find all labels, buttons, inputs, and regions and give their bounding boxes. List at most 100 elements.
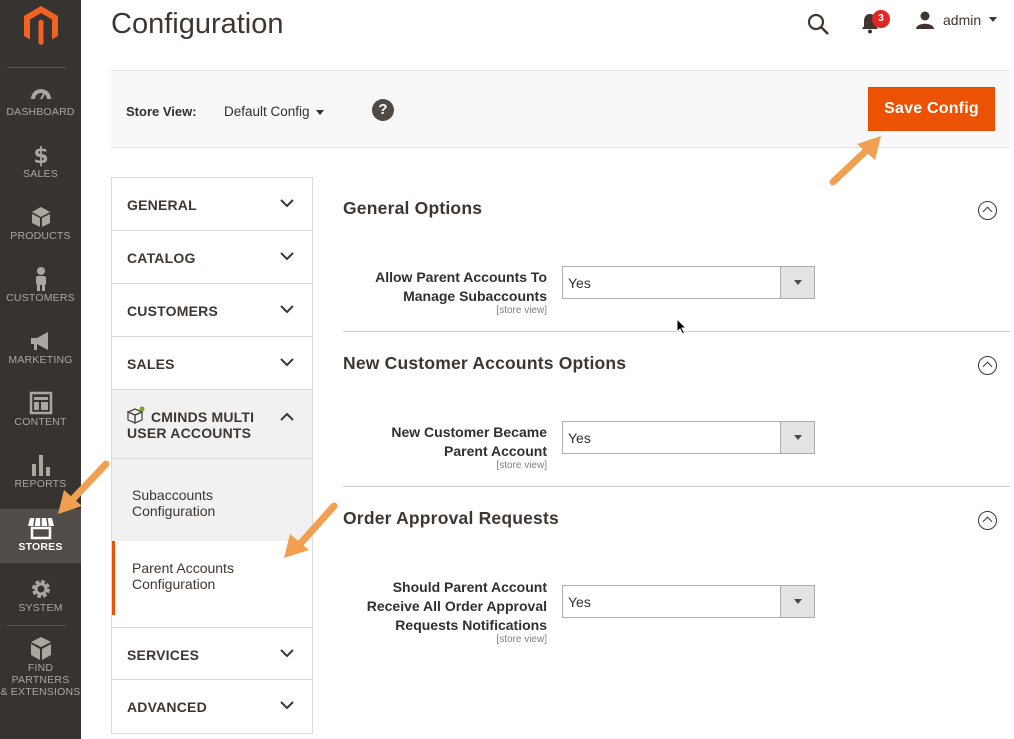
gear-icon [31,580,50,598]
tab-advanced[interactable]: ADVANCED [112,680,312,733]
user-name: admin [943,12,982,28]
nav-item-sales[interactable]: $ SALES [0,142,81,204]
page-title: Configuration [111,8,284,40]
section-title-new-customer-accounts[interactable]: New Customer Accounts Options [343,353,626,374]
tab-label: SERVICES [127,647,200,663]
bar-chart-icon [31,455,50,476]
nav-divider [7,67,67,68]
new-customer-parent-select[interactable]: Yes [562,421,815,454]
tab-label: GENERAL [127,197,197,213]
section-divider [343,486,1010,487]
nav-item-marketing[interactable]: MARKETING [0,328,81,390]
field-label-new-customer-parent: New Customer Became Parent Account [391,423,547,461]
mouse-cursor-icon [676,318,688,335]
tab-catalog[interactable]: CATALOG [112,231,312,284]
store-icon [27,517,54,540]
chevron-down-icon [280,358,294,367]
field-label-line: Allow Parent Accounts To [375,269,547,285]
box-icon [31,207,50,227]
chevron-down-icon [280,305,294,314]
save-config-button[interactable]: Save Config [868,87,995,131]
select-value: Yes [568,430,591,446]
section-title-order-approval-requests[interactable]: Order Approval Requests [343,508,559,529]
tab-label: CMINDS MULTI [151,409,255,425]
field-label-allow-parent-accounts: Allow Parent Accounts To Manage Subaccou… [375,268,547,306]
select-arrow-icon[interactable] [780,586,814,617]
field-label-line: Requests Notifications [395,617,547,633]
scope-label: [store view] [496,460,547,471]
chevron-down-icon [280,649,294,658]
nav-label: CUSTOMERS [6,292,75,304]
nav-label: DASHBOARD [6,106,75,118]
nav-label: STORES [18,541,63,553]
dollar-icon: $ [33,144,48,168]
subtab-label: Parent Accounts [132,560,234,576]
collapse-icon[interactable] [978,356,997,375]
subtab-label: Configuration [132,576,216,592]
select-value: Yes [568,594,591,610]
nav-label: PRODUCTS [10,230,71,242]
tab-label: CUSTOMERS [127,303,218,319]
store-view-label: Store View: [126,104,197,119]
tab-label: ADVANCED [127,699,207,715]
nav-label: MARKETING [8,354,73,366]
blocks-icon [30,637,51,660]
tab-sales[interactable]: SALES [112,337,312,390]
chevron-down-icon [280,252,294,261]
chevron-down-icon [280,701,294,710]
field-label-line: New Customer Became [391,424,547,440]
select-value: Yes [568,275,591,291]
tab-general[interactable]: GENERAL [112,178,312,231]
tab-cminds-multi-user-accounts[interactable]: CMINDS MULTI USER ACCOUNTS [112,390,312,459]
tab-label: CATALOG [127,250,196,266]
section-title-general-options[interactable]: General Options [343,198,482,219]
field-label-order-approval-notifications: Should Parent Account Receive All Order … [367,578,547,635]
content-icon [29,391,52,415]
nav-item-content[interactable]: CONTENT [0,390,81,452]
order-approval-notifications-select[interactable]: Yes [562,585,815,618]
select-arrow-icon[interactable] [780,267,814,298]
svg-text:$: $ [33,144,48,168]
user-icon [916,11,934,29]
nav-label: SALES [23,168,58,180]
nav-item-dashboard[interactable]: DASHBOARD [0,80,81,142]
allow-parent-accounts-select[interactable]: Yes [562,266,815,299]
scope-label: [store view] [496,305,547,316]
dashboard-icon [30,89,51,100]
help-icon[interactable]: ? [372,99,394,121]
nav-label: & EXTENSIONS [0,686,81,698]
collapse-icon[interactable] [978,511,997,530]
megaphone-icon [30,332,48,350]
chevron-up-icon [280,412,294,421]
subtab-label: Subaccounts [132,487,213,503]
scope-label: [store view] [496,634,547,645]
person-icon [35,267,46,291]
nav-label: CONTENT [14,416,67,428]
nav-label: FIND PARTNERS [11,662,70,686]
store-view-switcher[interactable]: Default Config [224,104,310,119]
annotation-arrow-stores [58,460,110,514]
select-arrow-icon[interactable] [780,422,814,453]
nav-divider [7,625,67,626]
field-label-line: Manage Subaccounts [403,288,547,304]
annotation-arrow-save [829,136,881,186]
nav-item-system[interactable]: SYSTEM [0,576,81,638]
annotation-arrow-parent-accounts [284,502,338,558]
nav-item-find-partners[interactable]: FIND PARTNERS & EXTENSIONS [0,636,81,698]
collapse-icon[interactable] [978,201,997,220]
caret-down-icon[interactable] [316,110,324,115]
field-label-line: Parent Account [444,443,547,459]
chevron-down-icon [280,199,294,208]
magento-logo-icon[interactable] [0,0,81,66]
tab-services[interactable]: SERVICES [112,627,312,680]
tab-label: USER ACCOUNTS [127,425,252,441]
nav-item-products[interactable]: PRODUCTS [0,204,81,266]
user-menu[interactable]: admin [915,11,998,29]
nav-item-customers[interactable]: CUSTOMERS [0,266,81,328]
cube-icon [127,406,145,424]
tab-label: SALES [127,356,175,372]
search-icon[interactable] [806,12,830,41]
tab-customers[interactable]: CUSTOMERS [112,284,312,337]
admin-sidebar: DASHBOARD $ SALES PRODUCTS CUSTOMERS MAR… [0,0,81,739]
caret-down-icon [989,17,998,22]
